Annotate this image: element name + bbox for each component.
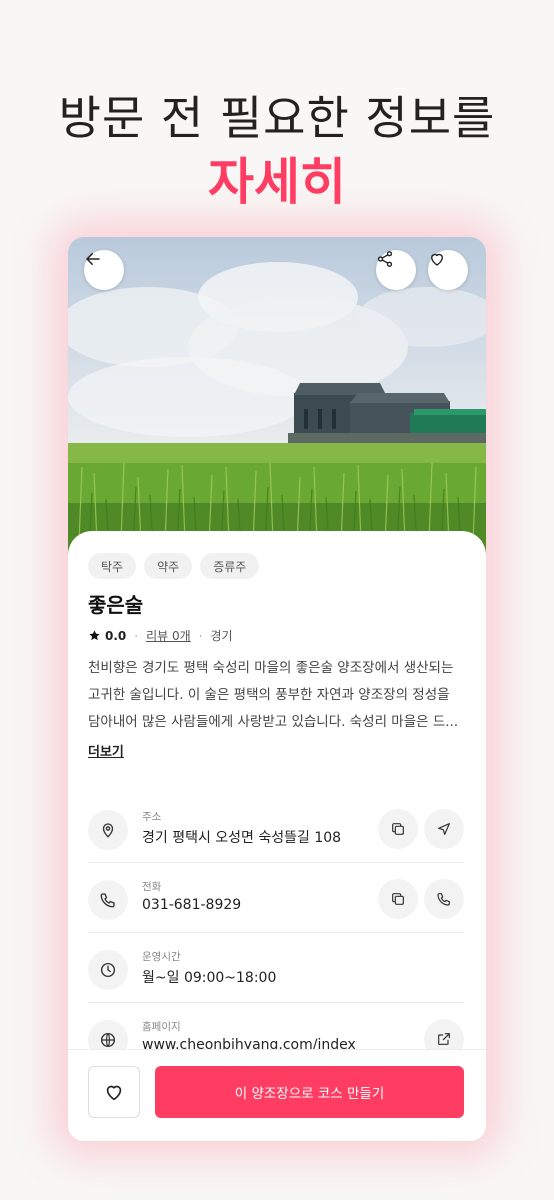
divider: [88, 1002, 464, 1003]
like-button[interactable]: [428, 250, 468, 290]
phone-value: 031-681-8929: [142, 897, 242, 913]
tag-chip[interactable]: 증류주: [200, 553, 260, 579]
meta-separator: ·: [134, 628, 139, 643]
back-button[interactable]: [84, 250, 124, 290]
address-label: 주소: [142, 811, 162, 823]
divider: [88, 862, 464, 863]
heart-icon: [431, 253, 443, 266]
more-button[interactable]: 더보기: [88, 741, 124, 760]
place-meta: 0.0 · 리뷰 0개 · 경기: [88, 627, 233, 644]
place-title: 좋은술: [88, 593, 144, 617]
review-link[interactable]: 리뷰 0개: [146, 627, 191, 644]
call-button[interactable]: [424, 879, 464, 919]
address-value: 경기 평택시 오성면 숙성뜰길 108: [142, 830, 342, 846]
phone-label: 전화: [142, 881, 162, 893]
rating-value: 0.0: [105, 628, 127, 643]
copy-address-button[interactable]: [378, 809, 418, 849]
divider: [88, 932, 464, 933]
phone-row: 전화 031-681-8929: [88, 865, 464, 935]
arrow-left-icon: [86, 253, 100, 265]
description-line: 담아내어 많은 사람들에게 사랑받고 있습니다. 숙성리 마을은 드...: [88, 714, 459, 730]
navigation-arrow-icon: [438, 823, 450, 835]
phone-icon: [88, 880, 128, 920]
star-icon: [89, 630, 100, 641]
homepage-label: 홈페이지: [142, 1021, 181, 1033]
hero-image: [68, 237, 486, 567]
tag-list: 탁주 약주 증류주: [88, 553, 260, 579]
navigate-button[interactable]: [424, 809, 464, 849]
share-button[interactable]: [376, 250, 416, 290]
clock-icon: [88, 950, 128, 990]
location-pin-icon: [88, 810, 128, 850]
hours-label: 운영시간: [142, 951, 181, 963]
phone-icon: [437, 893, 450, 906]
description: 천비향은 경기도 평택 숙성리 마을의 좋은술 양조장에서 생산되는 고귀한 술…: [88, 655, 466, 736]
share-icon: [377, 251, 393, 267]
hours-value: 월~일 09:00~18:00: [142, 970, 277, 986]
headline-line1: 방문 전 필요한 정보를: [58, 91, 496, 145]
favorite-button[interactable]: [88, 1066, 140, 1118]
description-line: 천비향은 경기도 평택 숙성리 마을의 좋은술 양조장에서 생산되는: [88, 660, 454, 676]
meta-separator: ·: [198, 628, 203, 643]
copy-icon: [392, 823, 404, 835]
create-course-button[interactable]: 이 양조장으로 코스 만들기: [155, 1066, 464, 1118]
tag-chip[interactable]: 약주: [144, 553, 193, 579]
brewery-field-illustration: [68, 262, 486, 567]
phone-frame: 탁주 약주 증류주 좋은술 0.0 · 리뷰 0개 · 경기 천비향은 경기도 …: [68, 237, 486, 1141]
copy-icon: [392, 893, 404, 905]
heart-icon: [106, 1085, 122, 1101]
bottom-action-bar: 이 양조장으로 코스 만들기: [68, 1049, 486, 1141]
headline-accent: 자세히: [208, 153, 346, 211]
tag-chip[interactable]: 탁주: [88, 553, 137, 579]
address-row: 주소 경기 평택시 오성면 숙성뜰길 108: [88, 795, 464, 865]
description-line: 고귀한 술입니다. 이 술은 평택의 풍부한 자연과 양조장의 정성을: [88, 687, 450, 703]
external-link-icon: [438, 1033, 450, 1045]
copy-phone-button[interactable]: [378, 879, 418, 919]
hours-row: 운영시간 월~일 09:00~18:00: [88, 935, 464, 1005]
region-label: 경기: [210, 629, 233, 643]
